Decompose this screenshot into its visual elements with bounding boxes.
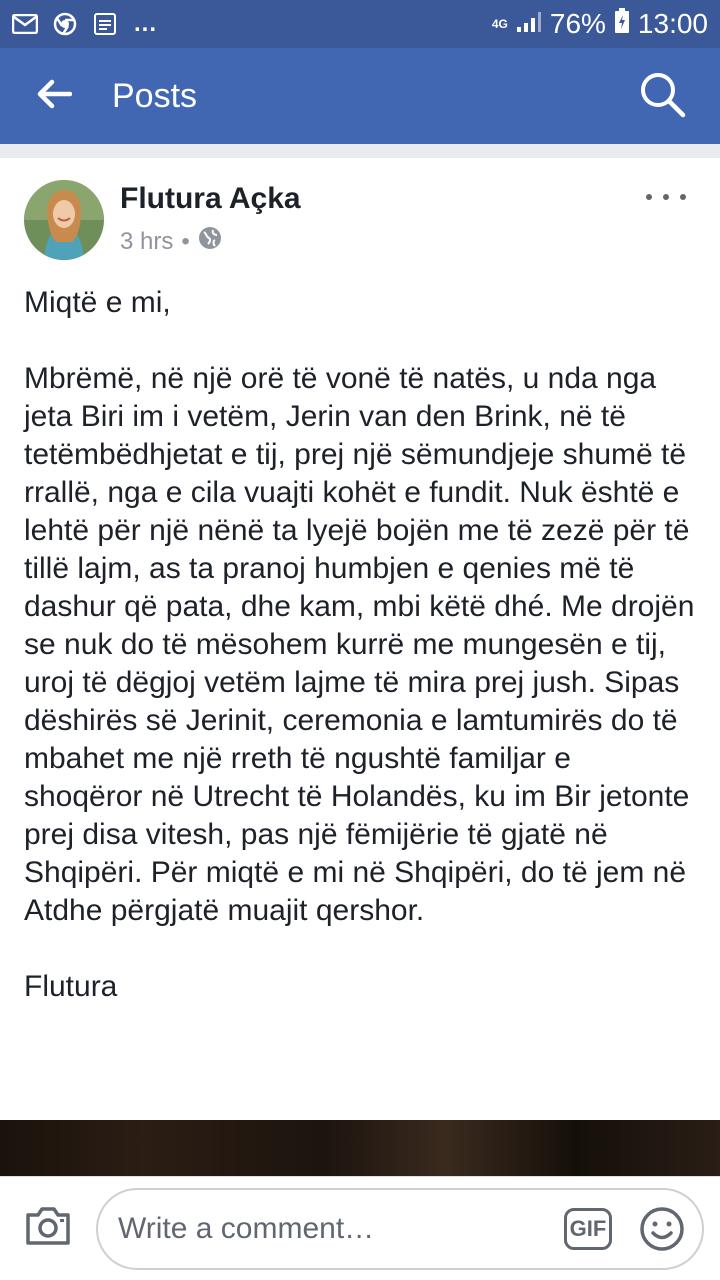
post-meta: 3 hrs •	[120, 226, 222, 257]
comment-bar: Write a comment… GIF	[0, 1176, 720, 1280]
dot-icon	[646, 194, 652, 200]
globe-icon[interactable]	[198, 226, 222, 257]
back-button[interactable]	[0, 48, 112, 144]
dot-icon	[680, 194, 686, 200]
avatar[interactable]	[24, 180, 104, 260]
smiley-icon	[640, 1206, 684, 1251]
post-greeting: Miqtë e mi,	[24, 286, 171, 319]
post-time[interactable]: 3 hrs	[120, 228, 173, 256]
mail-icon	[12, 13, 38, 35]
post-header: Flutura Açka 3 hrs •	[0, 158, 720, 268]
back-arrow-icon	[36, 79, 73, 114]
post-body: Miqtë e mi, Mbrëmë, në një orë të vonë t…	[0, 284, 720, 1006]
post: Flutura Açka 3 hrs • Miqtë e mi, Mbrëmë,…	[0, 158, 720, 1006]
post-author[interactable]: Flutura Açka	[120, 182, 301, 216]
meta-separator: •	[181, 227, 190, 255]
post-image[interactable]	[0, 1120, 720, 1176]
more-notifications: ...	[134, 10, 158, 37]
post-signature: Flutura	[24, 970, 118, 1003]
battery-percent: 76%	[549, 8, 606, 39]
camera-button[interactable]	[0, 1177, 96, 1280]
comment-input[interactable]: Write a comment… GIF	[96, 1187, 704, 1270]
signal-icon	[516, 8, 542, 40]
emoji-button[interactable]	[638, 1205, 686, 1253]
battery-charging-icon	[614, 7, 630, 41]
search-icon	[638, 70, 686, 123]
page-title: Posts	[112, 76, 198, 115]
comment-placeholder: Write a comment…	[118, 1211, 375, 1245]
camera-icon	[24, 1205, 72, 1252]
status-indicators: 4G 76% 13:00	[491, 7, 708, 41]
gif-button[interactable]: GIF	[564, 1207, 612, 1250]
dot-icon	[663, 194, 669, 200]
feed-divider	[0, 144, 720, 158]
search-button[interactable]	[614, 48, 710, 144]
post-paragraph: Mbrëmë, në një orë të vonë të natës, u n…	[24, 362, 695, 927]
more-options-button[interactable]	[646, 184, 686, 210]
status-bar: ... 4G 76% 13:00	[0, 0, 720, 48]
network-type: 4G	[491, 17, 508, 31]
clock: 13:00	[637, 8, 708, 39]
status-notifications: ...	[12, 12, 157, 36]
news-app-icon	[92, 13, 118, 35]
chrome-icon	[52, 12, 78, 36]
app-bar: Posts	[0, 48, 720, 144]
